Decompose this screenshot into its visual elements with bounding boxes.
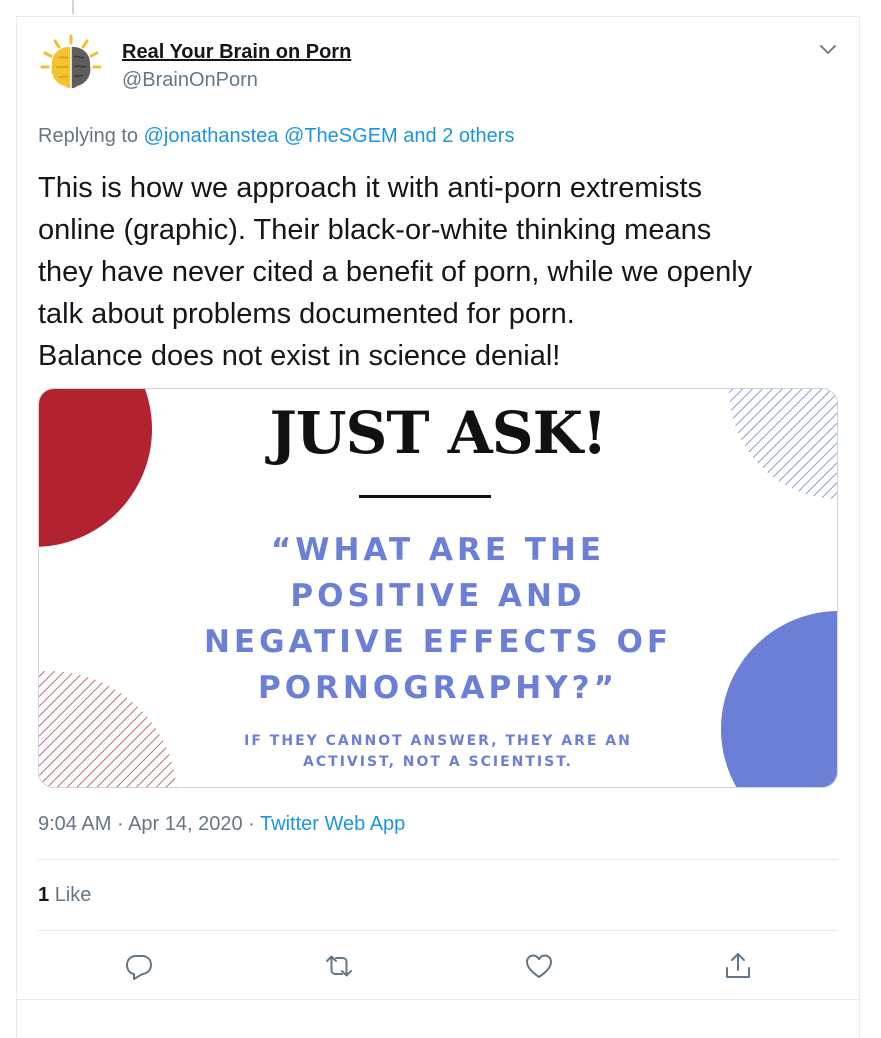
like-button[interactable] — [523, 950, 555, 982]
media-note: IF THEY CANNOT ANSWER, THEY ARE AN ACTIV… — [39, 731, 837, 773]
media-question-line: POSITIVE AND — [290, 578, 586, 614]
tweet-source-link[interactable]: Twitter Web App — [260, 813, 405, 835]
tweet-meta: 9:04 AM · Apr 14, 2020 · Twitter Web App — [38, 813, 405, 836]
divider — [38, 930, 838, 931]
media-note-line: IF THEY CANNOT ANSWER, THEY ARE AN — [244, 733, 632, 749]
media-question-line: PORNOGRAPHY?” — [257, 670, 619, 706]
heart-icon — [526, 954, 552, 978]
tweet-text-line: online (graphic). Their black-or-white t… — [38, 214, 712, 246]
media-question-line: “WHAT ARE THE — [270, 532, 606, 568]
replying-to: Replying to @jonathanstea @TheSGEM and 2… — [38, 125, 514, 148]
author-name[interactable]: Real Your Brain on Porn — [122, 41, 351, 64]
media-headline: JUST ASK! — [269, 399, 607, 467]
retweet-button[interactable] — [323, 950, 355, 982]
likes-count: 1 — [38, 884, 50, 906]
author-handle[interactable]: @BrainOnPorn — [122, 69, 258, 92]
mention-link[interactable]: @jonathanstea — [144, 125, 279, 147]
others-link[interactable]: and 2 others — [403, 125, 514, 147]
media-question: “WHAT ARE THE POSITIVE AND NEGATIVE EFFE… — [39, 527, 837, 711]
tweet-media-image[interactable]: JUST ASK! “WHAT ARE THE POSITIVE AND NEG… — [38, 388, 838, 788]
tweet-text-line: This is how we approach it with anti-por… — [38, 172, 703, 204]
tweet-text-line: Balance does not exist in science denial… — [38, 340, 561, 372]
likes-count-link[interactable]: 1 Like — [38, 884, 91, 907]
divider — [38, 859, 838, 860]
mention-link[interactable]: @TheSGEM — [284, 125, 398, 147]
media-divider — [359, 495, 491, 498]
tweet-text-line: they have never cited a benefit of porn,… — [38, 256, 753, 288]
replying-to-label: Replying to — [38, 125, 139, 147]
share-button[interactable] — [722, 950, 754, 982]
tweet-date[interactable]: Apr 14, 2020 — [128, 813, 243, 835]
avatar[interactable] — [38, 32, 104, 98]
reply-icon — [126, 955, 152, 980]
media-note-line: ACTIVIST, NOT A SCIENTIST. — [303, 754, 573, 770]
chevron-down-icon — [820, 45, 836, 54]
tweet-text: This is how we approach it with anti-por… — [38, 167, 848, 377]
more-options-button[interactable] — [817, 38, 839, 60]
share-icon — [726, 953, 750, 978]
reply-button[interactable] — [123, 950, 155, 982]
brain-logo-icon — [38, 32, 104, 98]
thread-connector-line — [72, 0, 74, 14]
media-question-line: NEGATIVE EFFECTS OF — [203, 624, 673, 660]
tweet-bottom-border — [16, 999, 861, 1000]
retweet-icon — [326, 955, 352, 977]
tweet-text-line: talk about problems documented for porn. — [38, 298, 575, 330]
likes-label: Like — [54, 884, 92, 906]
meta-separator: · — [248, 813, 255, 835]
tweet-time[interactable]: 9:04 AM — [38, 813, 111, 835]
meta-separator: · — [116, 813, 124, 835]
